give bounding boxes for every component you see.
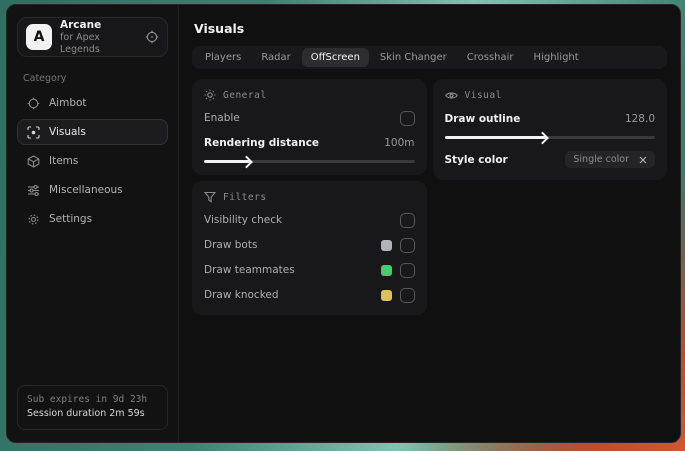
sidebar-nav: Aimbot Visuals Items Miscellaneous Setti… — [17, 90, 168, 232]
app-logo-card: A Arcane for Apex Legends — [17, 17, 168, 57]
sidebar-item-aimbot[interactable]: Aimbot — [17, 90, 168, 116]
sidebar-item-visuals[interactable]: Visuals — [17, 119, 168, 145]
session-duration-text: Session duration 2m 59s — [27, 408, 145, 420]
package-icon — [26, 154, 40, 168]
style-color-label: Style color — [444, 153, 508, 166]
category-label: Category — [23, 73, 67, 84]
funnel-icon — [204, 191, 216, 203]
general-panel: General Enable Rendering distance 100m — [192, 79, 427, 175]
general-panel-header: General — [204, 89, 415, 101]
enable-checkbox[interactable] — [399, 110, 415, 126]
app-window: A Arcane for Apex Legends Category Aimbo… — [6, 4, 681, 443]
sun-icon — [204, 89, 216, 101]
sidebar-item-miscellaneous[interactable]: Miscellaneous — [17, 177, 168, 203]
draw-knocked-row: Draw knocked — [204, 287, 415, 303]
style-color-row: Style color Single color — [444, 151, 655, 168]
draw-bots-color-swatch[interactable] — [380, 239, 392, 251]
draw-bots-label: Draw bots — [204, 239, 258, 251]
tab-players[interactable]: Players — [196, 48, 250, 67]
style-color-value: Single color — [573, 154, 629, 165]
slider-fill[interactable] — [444, 136, 546, 139]
draw-outline-label: Draw outline — [444, 113, 521, 125]
draw-outline-slider[interactable] — [444, 136, 655, 139]
visual-panel-title: Visual — [464, 90, 502, 101]
sidebar-item-label: Items — [49, 155, 79, 167]
style-color-select[interactable]: Single color — [565, 151, 655, 168]
right-column: Visual Draw outline 128.0 Style color Si… — [432, 79, 667, 180]
left-column: General Enable Rendering distance 100m F… — [192, 79, 427, 315]
rendering-distance-value: 100m — [384, 137, 415, 149]
close-icon[interactable] — [639, 156, 647, 164]
general-panel-title: General — [223, 89, 267, 101]
sidebar-item-items[interactable]: Items — [17, 148, 168, 174]
draw-teammates-row: Draw teammates — [204, 262, 415, 278]
app-name: Arcane — [60, 18, 102, 31]
rendering-distance-row: Rendering distance 100m — [204, 135, 415, 151]
draw-outline-value: 128.0 — [624, 113, 655, 125]
draw-knocked-label: Draw knocked — [204, 289, 279, 301]
draw-outline-row: Draw outline 128.0 — [445, 111, 656, 127]
slider-fill[interactable] — [204, 160, 251, 163]
tab-highlight[interactable]: Highlight — [525, 48, 588, 67]
draw-knocked-checkbox[interactable] — [399, 287, 415, 303]
target-icon[interactable] — [145, 30, 159, 44]
draw-bots-checkbox[interactable] — [399, 237, 415, 253]
tab-offscreen[interactable]: OffScreen — [301, 48, 369, 67]
draw-teammates-color-swatch[interactable] — [380, 264, 392, 276]
enable-row: Enable — [204, 110, 415, 126]
sidebar-item-label: Aimbot — [49, 97, 87, 109]
sidebar-item-label: Settings — [49, 213, 93, 225]
visual-panel-header: Visual — [444, 89, 656, 102]
rendering-distance-slider[interactable] — [204, 160, 415, 163]
app-logo: A — [26, 24, 52, 50]
visibility-check-checkbox[interactable] — [399, 212, 415, 228]
eye-icon — [444, 89, 458, 102]
sidebar-item-settings[interactable]: Settings — [17, 206, 168, 232]
sidebar-item-label: Miscellaneous — [49, 184, 123, 196]
filters-panel-title: Filters — [223, 191, 267, 203]
page-title: Visuals — [194, 21, 245, 36]
draw-teammates-label: Draw teammates — [204, 264, 295, 276]
draw-teammates-checkbox[interactable] — [399, 262, 415, 278]
filters-panel-header: Filters — [204, 191, 415, 203]
scan-icon — [26, 125, 40, 139]
sliders-icon — [26, 184, 40, 197]
filters-panel: Filters Visibility check Draw bots Draw … — [192, 181, 427, 315]
enable-label: Enable — [204, 112, 240, 124]
subscription-status-card: Sub expires in 9d 23h Session duration 2… — [17, 384, 168, 430]
crosshair-icon — [26, 97, 40, 110]
main-area: Visuals Players Radar OffScreen Skin Cha… — [179, 5, 680, 442]
sidebar-item-label: Visuals — [49, 126, 86, 138]
draw-bots-row: Draw bots — [204, 237, 415, 253]
visual-panel: Visual Draw outline 128.0 Style color Si… — [432, 79, 667, 180]
visibility-check-label: Visibility check — [204, 214, 283, 226]
visibility-check-row: Visibility check — [204, 212, 415, 228]
content: General Enable Rendering distance 100m F… — [192, 79, 667, 315]
draw-knocked-color-swatch[interactable] — [380, 289, 392, 301]
tab-radar[interactable]: Radar — [252, 48, 299, 67]
tab-skin-changer[interactable]: Skin Changer — [371, 48, 456, 67]
sidebar: A Arcane for Apex Legends Category Aimbo… — [7, 5, 179, 442]
rendering-distance-label: Rendering distance — [204, 137, 320, 149]
app-subtitle: for Apex Legends — [60, 31, 100, 55]
app-title-block: Arcane for Apex Legends — [60, 19, 137, 56]
sub-expiry-text: Sub expires in 9d 23h — [27, 393, 148, 405]
tab-crosshair[interactable]: Crosshair — [458, 48, 523, 67]
gear-icon — [26, 213, 40, 226]
tab-bar: Players Radar OffScreen Skin Changer Cro… — [192, 46, 667, 69]
